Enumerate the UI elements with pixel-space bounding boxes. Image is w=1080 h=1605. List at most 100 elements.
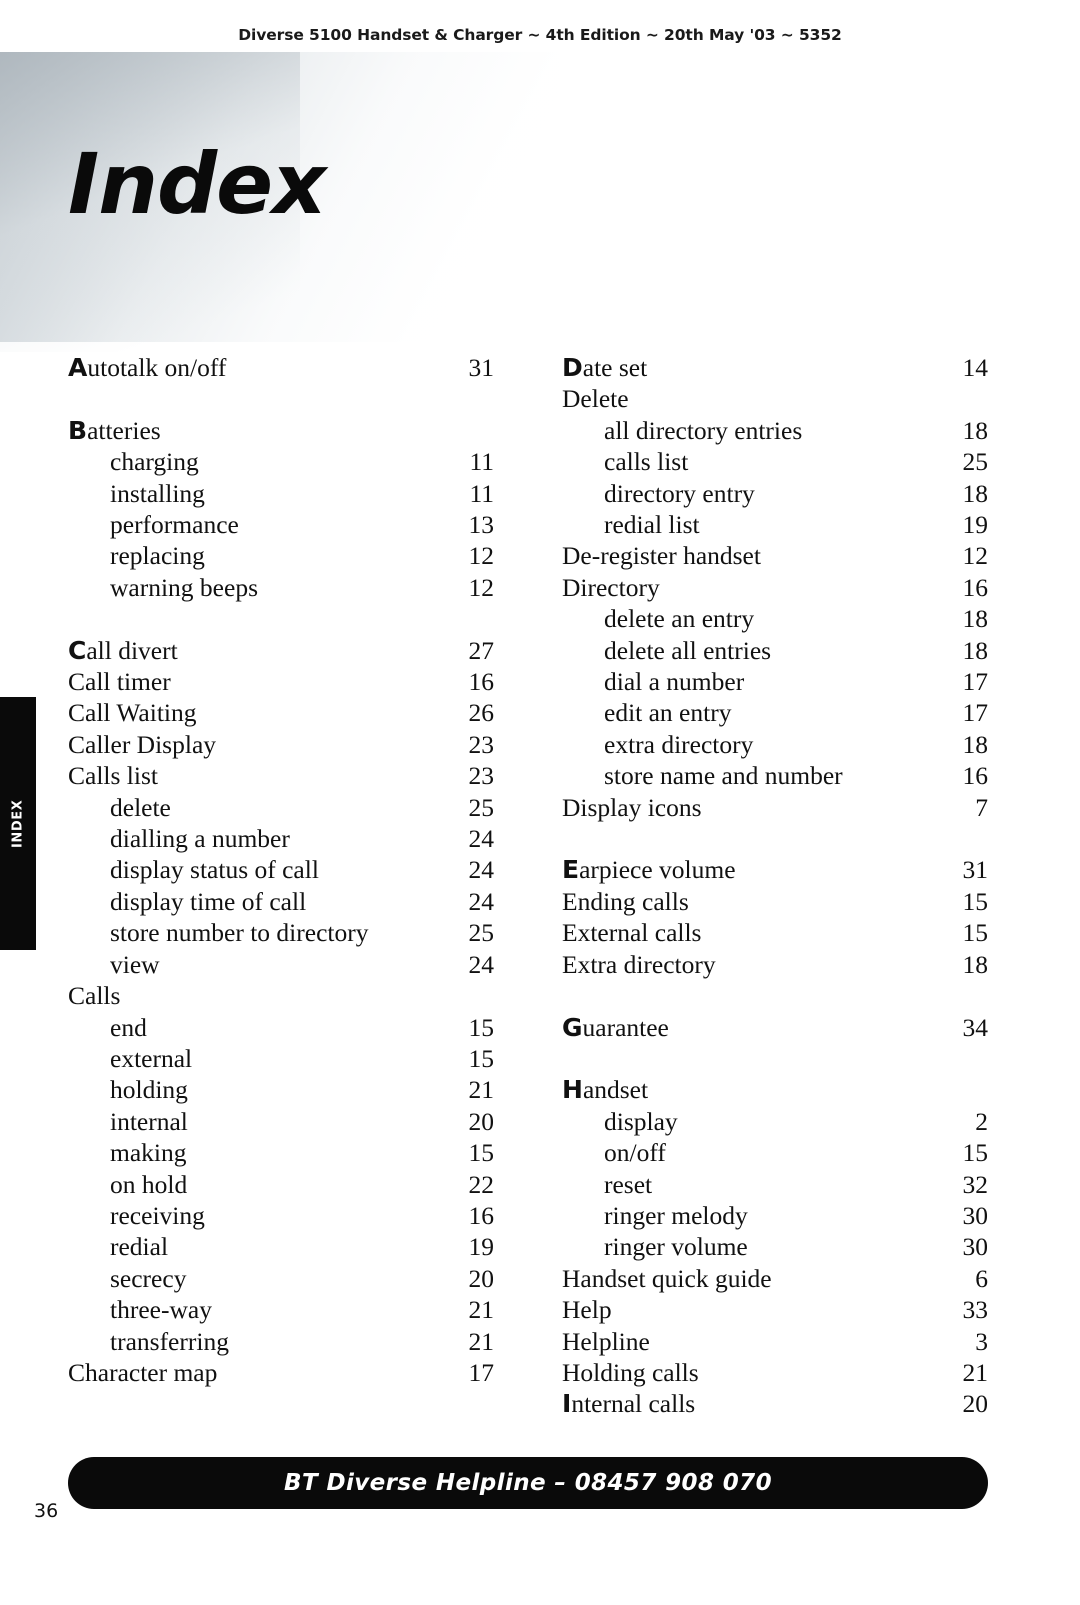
index-entry: Handset [562,1074,988,1105]
index-subentry: receiving 16 [68,1200,494,1231]
index-letter-initial: A [68,353,88,382]
index-entry-label: Call timer [68,667,171,697]
index-entry-page-number: 15 [468,1138,495,1168]
index-entry-page-number: 21 [962,1357,989,1387]
index-subentry: store name and number 16 [562,760,988,791]
index-entry-label: three-way [110,1295,212,1325]
index-subentry: extra directory 18 [562,729,988,760]
index-subentry: warning beeps 12 [68,572,494,603]
index-entry: Ending calls 15 [562,886,988,917]
index-entry-page-number: 22 [468,1169,495,1199]
index-entry-label-text: nternal calls [571,1389,696,1419]
index-entry-page-number: 18 [962,635,989,665]
index-entry-label-text: ate set [582,353,648,382]
index-entry-label: display [604,1106,678,1136]
index-entry-page-number: 16 [468,1200,495,1230]
index-entry-page-number: 25 [468,918,495,948]
index-entry: Call timer 16 [68,666,494,697]
index-entry-label-text: arpiece volume [579,855,736,885]
index-entry-label-text: atteries [87,415,161,445]
index-entry-label: store name and number [604,761,843,791]
index-entry-label-text: all divert [86,635,178,665]
index-entry: Calls [68,980,494,1011]
index-entry-label: delete all entries [604,635,772,665]
index-entry-label: delete an entry [604,604,755,634]
letter-group-spacer [562,823,988,854]
index-entry-page-number: 2 [975,1106,988,1136]
index-entry-page-number: 11 [469,447,494,477]
helpline-banner: BT Diverse Helpline – 08457 908 070 [68,1457,988,1509]
index-letter-initial: I [562,1389,572,1419]
index-entry-label: Internal calls [562,1388,695,1419]
index-entry-label: Batteries [68,415,161,446]
index-entry-page-number: 17 [962,667,989,697]
index-entry-label: redial [110,1232,169,1262]
index-entry-page-number: 20 [468,1263,495,1293]
index-subentry: calls list 25 [562,446,988,477]
index-entry-label: secrecy [110,1263,187,1293]
index-entry-label: dial a number [604,667,745,697]
index-subentry: making 15 [68,1137,494,1168]
index-entry-label: Calls list [68,761,158,791]
index-entry-page-number: 15 [962,918,989,948]
index-entry-page-number: 23 [468,729,495,759]
index-entry-page-number: 12 [962,541,989,571]
index-entry-page-number: 25 [962,447,989,477]
index-entry-page-number: 13 [468,510,495,540]
index-entry-label: De-register handset [562,541,761,571]
index-entry-page-number: 16 [962,761,989,791]
index-entry-label: on hold [110,1169,188,1199]
index-entry-label: Caller Display [68,729,217,759]
index-subentry: edit an entry 17 [562,697,988,728]
index-entry-page-number: 30 [962,1200,989,1230]
index-entry-label: Autotalk on/off [68,352,226,383]
index-subentry: dialling a number 24 [68,823,494,854]
index-entry: Display icons 7 [562,792,988,823]
index-entry-label: Display icons [562,792,702,822]
index-page: Diverse 5100 Handset & Charger ~ 4th Edi… [0,0,1080,1605]
index-subentry: ringer melody 30 [562,1200,988,1231]
index-entry: Extra directory 18 [562,949,988,980]
index-entry-label-text: uarantee [582,1012,669,1042]
index-letter-initial: C [68,635,87,665]
index-entry-label: Ending calls [562,886,689,916]
index-entry-label: view [110,949,160,979]
index-letter-initial: H [562,1075,583,1105]
index-column-left: Autotalk on/off 31 Batteries charging 11 inst… [68,352,494,1420]
index-entry-label: ringer volume [604,1232,748,1262]
index-entry-page-number: 26 [468,698,495,728]
index-entry-page-number: 23 [468,761,495,791]
index-entry-page-number: 14 [962,353,989,382]
index-entry: Helpline 3 [562,1326,988,1357]
index-entry-page-number: 24 [468,824,495,854]
index-entry-label: ringer melody [604,1200,748,1230]
index-subentry: delete an entry 18 [562,603,988,634]
index-letter-initial: B [68,415,88,445]
index-entry-page-number: 11 [469,478,494,508]
index-entry-label: Calls [68,981,121,1011]
index-subentry: end 15 [68,1012,494,1043]
index-subentry: store number to directory 25 [68,917,494,948]
index-entry: Directory 16 [562,572,988,603]
index-entry-page-number: 19 [962,510,989,540]
index-entry-page-number: 21 [468,1326,495,1356]
index-subentry: dial a number 17 [562,666,988,697]
index-entry: Caller Display 23 [68,729,494,760]
index-entry-label: Character map [68,1357,218,1387]
index-entry-label: Call divert [68,635,178,666]
index-entry-page-number: 18 [962,478,989,508]
index-entry-label: charging [110,447,199,477]
index-subentry: external 15 [68,1043,494,1074]
index-subentry: reset 32 [562,1169,988,1200]
index-entry-page-number: 15 [962,1138,989,1168]
index-entry-label: external [110,1043,193,1073]
index-entry-label: warning beeps [110,572,258,602]
index-subentry: view 24 [68,949,494,980]
index-entry: Handset quick guide 6 [562,1263,988,1294]
index-column-right: Date set 14 Delete all directory entries 18 c… [562,352,988,1420]
index-entry-label: on/off [604,1138,666,1168]
index-subentry: on hold 22 [68,1169,494,1200]
index-entry-label: Delete [562,384,629,414]
index-entry-page-number: 19 [468,1232,495,1262]
index-entry: Autotalk on/off 31 [68,352,494,383]
